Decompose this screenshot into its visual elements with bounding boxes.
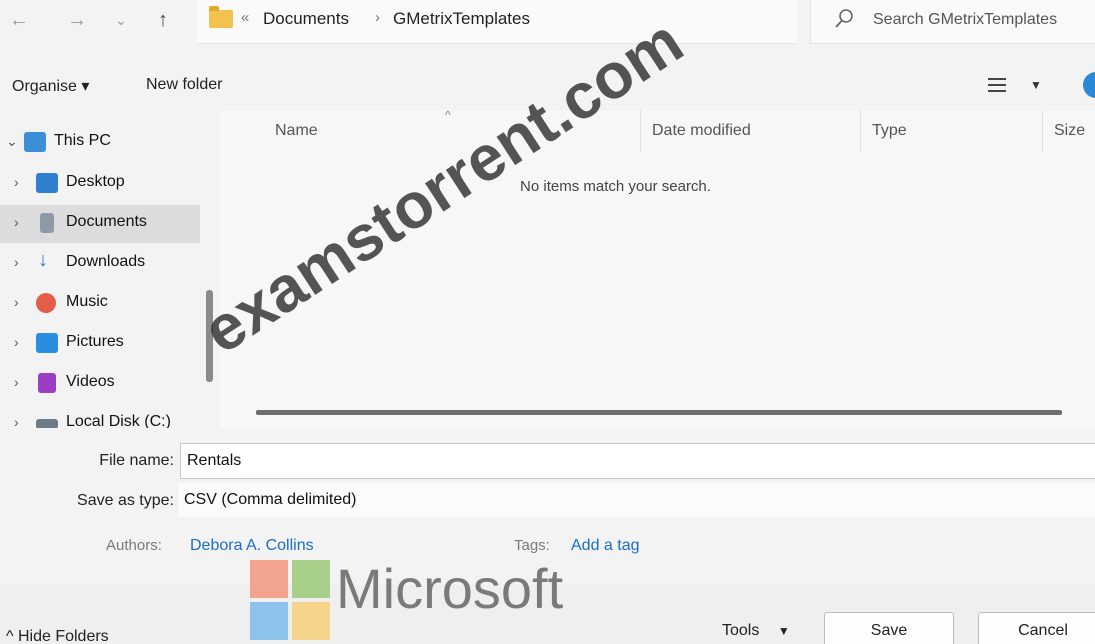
expand-icon[interactable]: ›	[14, 374, 19, 390]
expand-icon[interactable]: ⌄	[6, 133, 18, 150]
up-arrow-icon: ↑	[158, 9, 168, 31]
expand-icon[interactable]: ›	[14, 174, 19, 190]
nav-item-desktop[interactable]: › Desktop	[0, 165, 200, 203]
recent-locations-button[interactable]: ⌄	[108, 6, 134, 34]
expand-icon[interactable]: ›	[14, 294, 19, 310]
logo-square	[250, 560, 288, 598]
pictures-icon	[36, 333, 58, 353]
nav-item-music[interactable]: › Music	[0, 285, 200, 323]
logo-square	[292, 602, 330, 640]
breadcrumb-gmetrixtemplates[interactable]: GMetrixTemplates	[393, 9, 530, 29]
this-pc-icon	[24, 132, 46, 152]
forward-button[interactable]: →	[64, 6, 90, 34]
navigation-pane[interactable]: ⌄ This PC › Desktop › Documents › ↓ Down…	[0, 110, 200, 428]
search-placeholder[interactable]: Search GMetrixTemplates	[873, 11, 1057, 29]
search-icon	[835, 9, 853, 28]
add-tag-link[interactable]: Add a tag	[571, 537, 640, 555]
nav-item-videos[interactable]: › Videos	[0, 365, 200, 403]
breadcrumb-overflow[interactable]: «	[241, 9, 249, 26]
microsoft-wordmark: Microsoft	[336, 557, 564, 620]
breadcrumb-documents[interactable]: Documents	[263, 9, 349, 29]
view-options-icon[interactable]	[988, 78, 1006, 92]
up-button[interactable]: ↑	[150, 6, 176, 34]
horizontal-scrollbar[interactable]	[256, 410, 1062, 415]
forward-arrow-icon: →	[67, 9, 87, 31]
collapse-icon: ^	[6, 628, 14, 644]
nav-label: Downloads	[66, 253, 146, 270]
sort-ascending-icon: ^	[445, 108, 451, 122]
column-header-type[interactable]: Type	[872, 122, 907, 140]
nav-item-downloads[interactable]: › ↓ Downloads	[0, 245, 200, 283]
empty-message: No items match your search.	[520, 178, 711, 195]
column-divider[interactable]	[860, 110, 861, 152]
tools-label: Tools	[722, 622, 760, 639]
videos-icon	[38, 373, 56, 393]
column-header-name[interactable]: Name	[275, 122, 318, 140]
nav-label: Pictures	[66, 333, 124, 350]
view-dropdown-icon[interactable]: ▼	[1030, 78, 1042, 92]
column-header-date-modified[interactable]: Date modified	[652, 122, 751, 140]
nav-label: Music	[66, 293, 108, 310]
save-button[interactable]: Save	[824, 612, 954, 644]
nav-label: Desktop	[66, 173, 125, 190]
local-disk-icon	[36, 419, 58, 428]
breadcrumb-separator: ›	[375, 9, 380, 26]
column-divider[interactable]	[640, 110, 641, 152]
expand-icon[interactable]: ›	[14, 414, 19, 428]
nav-item-documents[interactable]: › Documents	[0, 205, 200, 243]
expand-icon[interactable]: ›	[14, 214, 19, 230]
nav-label: Videos	[66, 373, 115, 390]
cancel-button[interactable]: Cancel	[978, 612, 1095, 644]
nav-item-local-disk[interactable]: › Local Disk (C:)	[0, 405, 200, 428]
back-arrow-icon: ←	[9, 9, 29, 31]
search-field[interactable]: Search GMetrixTemplates	[810, 0, 1095, 44]
save-as-type-label: Save as type:	[77, 492, 174, 509]
downloads-icon: ↓	[38, 249, 48, 271]
hide-folders-label: Hide Folders	[17, 628, 109, 644]
column-divider[interactable]	[1042, 110, 1043, 152]
file-name-input[interactable]: Rentals	[180, 443, 1095, 479]
tags-label: Tags:	[514, 537, 550, 554]
chevron-down-icon: ⌄	[115, 12, 127, 28]
expand-icon[interactable]: ›	[14, 254, 19, 270]
nav-label: Documents	[66, 213, 147, 230]
column-header-size[interactable]: Size	[1054, 122, 1085, 140]
logo-square	[250, 602, 288, 640]
file-name-label: File name:	[99, 452, 174, 469]
nav-label: This PC	[54, 132, 111, 149]
authors-label: Authors:	[106, 537, 162, 554]
new-folder-button[interactable]: New folder	[146, 76, 222, 94]
desktop-icon	[36, 173, 58, 193]
folder-icon	[209, 6, 233, 28]
logo-square	[292, 560, 330, 598]
documents-icon	[40, 213, 54, 233]
tools-dropdown-icon: ▼	[777, 624, 790, 638]
expand-icon[interactable]: ›	[14, 334, 19, 350]
nav-item-this-pc[interactable]: ⌄ This PC	[0, 124, 200, 162]
hide-folders-button[interactable]: ^ Hide Folders	[6, 628, 109, 644]
organise-button[interactable]: Organise ▾	[12, 76, 89, 96]
microsoft-logo-icon	[250, 560, 332, 644]
address-bar[interactable]: « Documents › GMetrixTemplates ⌄ ↻	[197, 0, 965, 44]
music-icon	[36, 293, 56, 313]
authors-value[interactable]: Debora A. Collins	[190, 537, 314, 555]
save-as-type-select[interactable]: CSV (Comma delimited)	[178, 483, 1095, 517]
tools-button[interactable]: Tools ▼	[722, 622, 790, 640]
nav-label: Local Disk (C:)	[66, 413, 171, 428]
back-button[interactable]: ←	[6, 6, 32, 34]
help-icon[interactable]	[1083, 72, 1095, 98]
nav-item-pictures[interactable]: › Pictures	[0, 325, 200, 363]
